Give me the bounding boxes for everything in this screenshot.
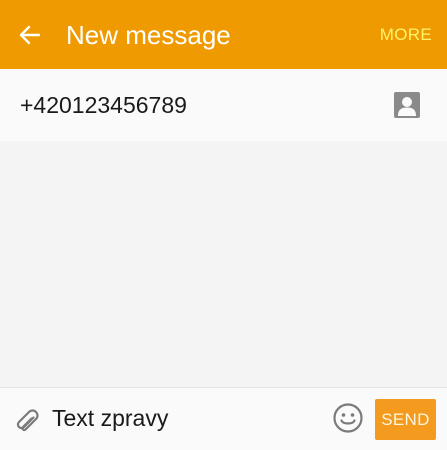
conversation-area (0, 141, 447, 387)
new-message-screen: New message MORE +420123456789 Text zpra… (0, 0, 447, 450)
emoji-button[interactable] (332, 402, 364, 434)
arrow-left-icon (19, 25, 41, 45)
back-button[interactable] (14, 19, 46, 51)
smiley-icon (333, 403, 363, 433)
send-button[interactable]: SEND (375, 399, 436, 440)
recipient-number[interactable]: +420123456789 (20, 91, 187, 119)
paperclip-icon (16, 409, 39, 432)
message-input[interactable] (52, 402, 322, 434)
contact-picker-button[interactable] (394, 92, 420, 118)
message-composer: SEND (0, 387, 447, 450)
attach-button[interactable] (12, 404, 42, 434)
page-title: New message (66, 20, 231, 50)
more-button[interactable]: MORE (380, 24, 432, 46)
contact-icon (394, 92, 420, 118)
app-bar: New message MORE (0, 0, 447, 69)
recipient-field[interactable]: +420123456789 (0, 69, 447, 141)
